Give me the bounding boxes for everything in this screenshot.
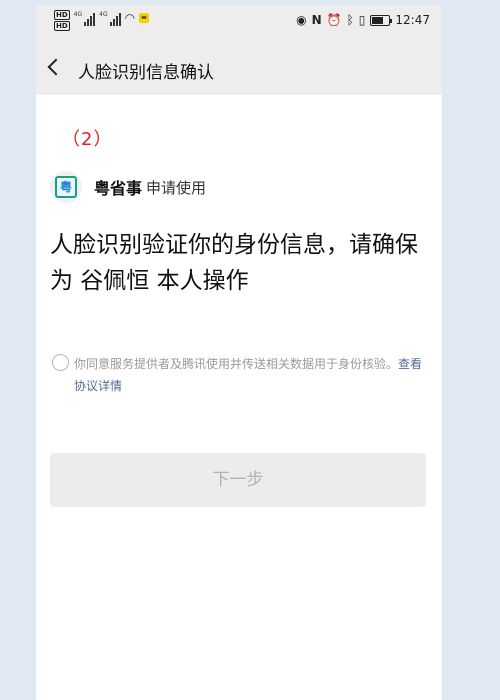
status-bar: HD HD 4G 4G ◠ ▬ ◉ N ⏰ ᛒ ▯ 12:47 [36, 5, 442, 41]
alarm-icon: ⏰ [326, 13, 342, 27]
status-bar-left: HD HD 4G 4G ◠ ▬ [54, 10, 149, 31]
phone-screen: HD HD 4G 4G ◠ ▬ ◉ N ⏰ ᛒ ▯ 12:47 人脸识别信息确认… [36, 5, 442, 700]
agreement-text-block: 你同意服务提供者及腾讯使用并传送相关数据用于身份核验。查看协议详情 [74, 353, 430, 397]
verification-message: 人脸识别验证你的身份信息，请确保为 谷佩恒 本人操作 [50, 232, 418, 294]
app-action-text: 申请使用 [146, 178, 207, 197]
app-logo-icon: 粤 [50, 171, 82, 203]
next-button[interactable]: 下一步 [50, 453, 426, 507]
wifi-icon: ◠ [124, 11, 136, 25]
agreement-radio[interactable] [52, 354, 69, 371]
agreement-row: 你同意服务提供者及腾讯使用并传送相关数据用于身份核验。查看协议详情 [52, 353, 430, 397]
nav-bar: 人脸识别信息确认 [36, 41, 442, 95]
sim1-hd-badge: HD [54, 10, 70, 20]
vibrate-icon: ▯ [358, 13, 366, 27]
eye-icon: ◉ [296, 13, 307, 27]
sim-indicators: HD HD [54, 10, 70, 31]
battery-icon [370, 14, 393, 26]
app-info: 粤 粤省事 申请使用 [50, 171, 206, 203]
notification-badge-icon: ▬ [139, 13, 149, 23]
bluetooth-icon: ᛒ [346, 13, 354, 27]
chevron-left-icon[interactable] [47, 58, 65, 76]
agreement-text: 你同意服务提供者及腾讯使用并传送相关数据用于身份核验。 [74, 357, 399, 371]
signal-2-icon: 4G [99, 11, 121, 26]
app-name: 粤省事 [94, 179, 143, 198]
network-2-label: 4G [99, 11, 108, 18]
page-title: 人脸识别信息确认 [78, 63, 214, 83]
step-label: （2） [62, 129, 113, 150]
sim2-hd-badge: HD [54, 21, 70, 31]
clock: 12:47 [395, 13, 430, 27]
yueshengshi-logo-icon: 粤 [55, 176, 77, 198]
signal-1-icon: 4G [73, 11, 96, 26]
status-bar-right: ◉ N ⏰ ᛒ ▯ 12:47 [296, 13, 430, 27]
nfc-icon: N [311, 13, 322, 27]
network-1-label: 4G [73, 11, 83, 18]
